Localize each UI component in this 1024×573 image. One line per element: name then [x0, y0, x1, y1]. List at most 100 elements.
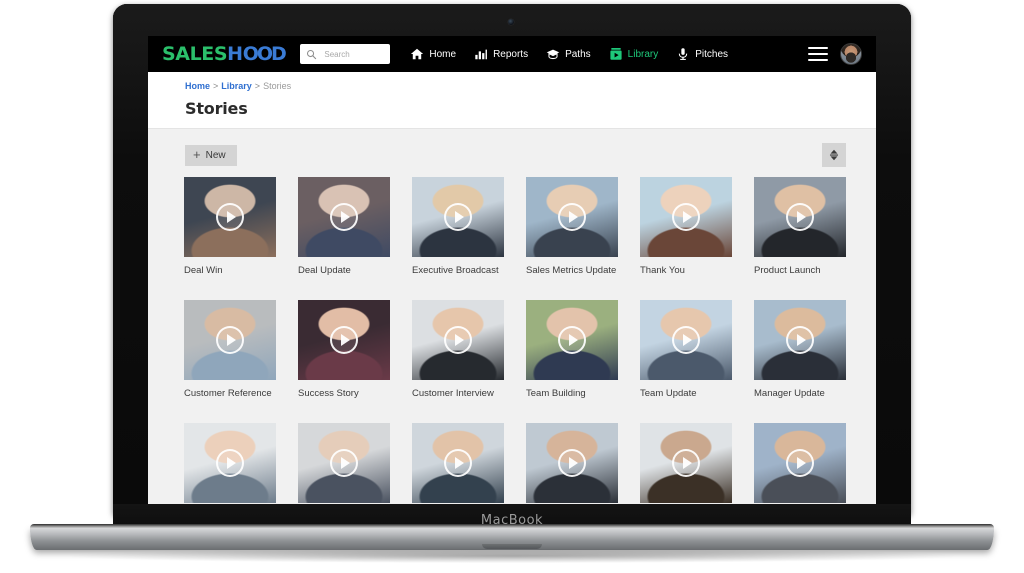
- story-card-label: Deal Win: [184, 265, 223, 276]
- new-button-label: New: [205, 149, 226, 161]
- story-thumbnail[interactable]: [184, 300, 276, 380]
- breadcrumb-separator-2: >: [254, 81, 261, 91]
- webcam-icon: [508, 19, 514, 25]
- page-title: Stories: [185, 99, 248, 118]
- story-thumbnail[interactable]: [640, 423, 732, 503]
- story-card-label: Manager Update: [754, 388, 825, 399]
- story-thumbnail[interactable]: [298, 300, 390, 380]
- nav-label-library: Library: [627, 48, 659, 60]
- page-header-band: Home > Library > Stories Stories: [148, 72, 876, 129]
- play-icon[interactable]: [444, 449, 472, 477]
- story-card[interactable]: Success Story: [298, 300, 390, 399]
- play-icon[interactable]: [444, 326, 472, 354]
- story-thumbnail[interactable]: [754, 423, 846, 503]
- plus-icon: +: [193, 147, 201, 162]
- play-icon[interactable]: [786, 203, 814, 231]
- play-icon[interactable]: [216, 449, 244, 477]
- story-card-label: Success Story: [298, 388, 359, 399]
- story-card[interactable]: [298, 423, 390, 504]
- story-card[interactable]: [526, 423, 618, 504]
- story-thumbnail[interactable]: [526, 423, 618, 503]
- story-thumbnail[interactable]: [754, 300, 846, 380]
- play-icon[interactable]: [672, 326, 700, 354]
- breadcrumb-link-library[interactable]: Library: [221, 81, 252, 91]
- laptop-shadow: [70, 549, 954, 563]
- story-thumbnail[interactable]: [526, 300, 618, 380]
- nav-item-reports[interactable]: Reports: [474, 47, 528, 61]
- story-card-label: Customer Reference: [184, 388, 272, 399]
- play-icon[interactable]: [558, 449, 586, 477]
- search-input[interactable]: Search: [300, 44, 391, 64]
- user-avatar[interactable]: [840, 43, 862, 65]
- story-card[interactable]: [754, 423, 846, 504]
- story-thumbnail[interactable]: [754, 177, 846, 257]
- story-thumbnail[interactable]: [184, 423, 276, 503]
- play-icon[interactable]: [444, 203, 472, 231]
- story-card[interactable]: Deal Update: [298, 177, 390, 276]
- sort-updown-icon: [829, 149, 839, 161]
- story-thumbnail[interactable]: [526, 177, 618, 257]
- story-card[interactable]: Product Launch: [754, 177, 846, 276]
- play-icon[interactable]: [672, 449, 700, 477]
- story-card[interactable]: Manager Update: [754, 300, 846, 399]
- play-icon[interactable]: [330, 203, 358, 231]
- top-navbar: SALESHOOD Search Home Reports Paths Libr…: [148, 36, 876, 72]
- story-thumbnail[interactable]: [298, 423, 390, 503]
- story-card[interactable]: Customer Interview: [412, 300, 504, 399]
- play-icon[interactable]: [786, 326, 814, 354]
- story-card-label: Sales Metrics Update: [526, 265, 617, 276]
- story-thumbnail[interactable]: [412, 177, 504, 257]
- play-icon[interactable]: [330, 326, 358, 354]
- logo-text-sales: SALES: [162, 43, 228, 65]
- story-card[interactable]: Team Building: [526, 300, 618, 399]
- story-thumbnail[interactable]: [412, 423, 504, 503]
- bar-chart-icon: [475, 49, 488, 60]
- story-card-label: Team Update: [640, 388, 697, 399]
- home-icon: [411, 48, 424, 60]
- story-card-label: Product Launch: [754, 265, 821, 276]
- breadcrumb-link-home[interactable]: Home: [185, 81, 210, 91]
- breadcrumb-current: Stories: [263, 81, 292, 91]
- story-card[interactable]: [184, 423, 276, 504]
- story-thumbnail[interactable]: [184, 177, 276, 257]
- story-card[interactable]: Thank You: [640, 177, 732, 276]
- story-card-label: Customer Interview: [412, 388, 494, 399]
- nav-item-library[interactable]: Library: [609, 47, 659, 61]
- play-icon[interactable]: [672, 203, 700, 231]
- logo-text-h: H: [227, 43, 243, 65]
- story-card[interactable]: Deal Win: [184, 177, 276, 276]
- browser-viewport: SALESHOOD Search Home Reports Paths Libr…: [148, 36, 876, 504]
- story-card[interactable]: Executive Broadcast: [412, 177, 504, 276]
- nav-item-paths[interactable]: Paths: [546, 47, 591, 61]
- hamburger-menu-icon[interactable]: [808, 47, 828, 61]
- navbar-right-group: [808, 36, 862, 72]
- story-card[interactable]: Sales Metrics Update: [526, 177, 618, 276]
- story-card-label: Thank You: [640, 265, 685, 276]
- play-icon[interactable]: [216, 203, 244, 231]
- play-icon[interactable]: [558, 203, 586, 231]
- story-card[interactable]: Team Update: [640, 300, 732, 399]
- sort-button[interactable]: [822, 143, 846, 167]
- play-icon[interactable]: [216, 326, 244, 354]
- story-thumbnail[interactable]: [298, 177, 390, 257]
- story-thumbnail[interactable]: [640, 177, 732, 257]
- content-toolbar: + New: [148, 129, 876, 177]
- nav-item-pitches[interactable]: Pitches: [676, 47, 728, 61]
- play-icon[interactable]: [330, 449, 358, 477]
- library-video-icon: [610, 48, 622, 60]
- story-thumbnail[interactable]: [640, 300, 732, 380]
- new-button[interactable]: + New: [185, 144, 237, 166]
- story-card[interactable]: [412, 423, 504, 504]
- story-card[interactable]: [640, 423, 732, 504]
- play-icon[interactable]: [786, 449, 814, 477]
- search-placeholder: Search: [324, 49, 350, 59]
- breadcrumb-separator-1: >: [213, 81, 219, 91]
- saleshood-logo[interactable]: SALESHOOD: [162, 43, 287, 65]
- logo-text-oo: OO: [242, 43, 273, 65]
- story-card[interactable]: Customer Reference: [184, 300, 276, 399]
- search-icon: [307, 49, 317, 59]
- nav-item-home[interactable]: Home: [410, 47, 456, 61]
- story-card-label: Executive Broadcast: [412, 265, 499, 276]
- story-thumbnail[interactable]: [412, 300, 504, 380]
- play-icon[interactable]: [558, 326, 586, 354]
